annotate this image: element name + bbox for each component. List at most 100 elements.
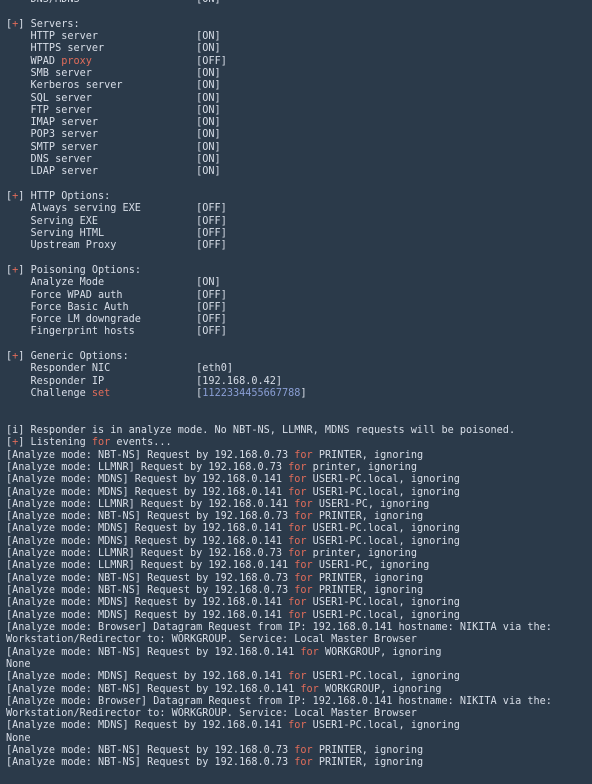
- option-value: [ON]: [196, 67, 221, 79]
- option-label: Analyze Mode: [6, 277, 105, 289]
- log-keyword: for: [294, 745, 313, 757]
- log-text: [Analyze mode: NBT-NS] Request by 192.16…: [6, 449, 295, 461]
- log-text: WORKGROUP, ignoring: [318, 683, 442, 695]
- option-row: LDAP server [ON]: [6, 166, 592, 178]
- section-header-2: [+] Poisoning Options:: [6, 265, 592, 277]
- log-text: [Analyze mode: MDNS] Request by 192.168.…: [6, 474, 289, 486]
- log-text: PRINTER, ignoring: [312, 511, 424, 523]
- log-text: USER1-PC.local, ignoring: [306, 671, 460, 683]
- log-text: USER1-PC.local, ignoring: [306, 486, 460, 498]
- option-value: [OFF]: [196, 203, 227, 215]
- option-row: Force LM downgrade [OFF]: [6, 314, 592, 326]
- log-text: USER1-PC, ignoring: [312, 498, 430, 510]
- option-row: HTTPS server [ON]: [6, 43, 592, 55]
- log-line: Workstation/Redirector to: WORKGROUP. Se…: [6, 634, 592, 646]
- option-label: SQL server: [6, 92, 92, 104]
- option-row: HTTP server [ON]: [6, 31, 592, 43]
- log-text: [Analyze mode: MDNS] Request by 192.168.…: [6, 523, 289, 535]
- option-keyword: set: [91, 388, 111, 399]
- log-line: [Analyze mode: MDNS] Request by 192.168.…: [6, 597, 592, 609]
- option-value: [ON]: [196, 43, 221, 55]
- log-line: [Analyze mode: MDNS] Request by 192.168.…: [6, 610, 592, 622]
- option-label: POP3 server: [6, 129, 99, 141]
- option-label: Responder NIC: [6, 363, 111, 375]
- bracket-close: ]: [18, 18, 31, 30]
- log-text: USER1-PC.local, ignoring: [306, 609, 460, 621]
- log-keyword: for: [288, 474, 307, 486]
- option-value: [ON]: [196, 117, 221, 129]
- log-keyword: for: [300, 683, 319, 695]
- log-text: printer, ignoring: [306, 461, 417, 473]
- option-label: HTTP server: [6, 30, 99, 42]
- analyze-mode-notice: [i] Responder is in analyze mode. No NBT…: [6, 425, 592, 437]
- option-row: SMB server [ON]: [6, 68, 592, 80]
- log-line: [Analyze mode: LLMNR] Request by 192.168…: [6, 462, 592, 474]
- log-text: PRINTER, ignoring: [312, 572, 424, 584]
- status-text: [i] Responder is in analyze mode. No NBT…: [6, 424, 516, 436]
- option-row: DNS server [ON]: [6, 154, 592, 166]
- option-value: [ON]: [196, 277, 221, 289]
- option-label: Challenge: [6, 388, 86, 399]
- log-text: Workstation/Redirector to: WORKGROUP. Se…: [6, 708, 417, 720]
- option-row: Upstream Proxy [OFF]: [6, 240, 592, 252]
- log-text: PRINTER, ignoring: [312, 449, 424, 461]
- log-line: [Analyze mode: LLMNR] Request by 192.168…: [6, 560, 592, 572]
- bracket-close: ]: [18, 264, 31, 276]
- log-keyword: for: [294, 560, 313, 572]
- log-text: [Analyze mode: NBT-NS] Request by 192.16…: [6, 757, 295, 769]
- option-value: [OFF]: [196, 215, 227, 227]
- option-row: Fingerprint hosts [OFF]: [6, 326, 592, 338]
- status-text: Listening: [24, 437, 92, 449]
- log-text: WORKGROUP, ignoring: [318, 646, 442, 658]
- option-value: [ON]: [196, 80, 221, 92]
- option-value: [ON]: [196, 30, 221, 42]
- log-text: [Analyze mode: MDNS] Request by 192.168.…: [6, 609, 289, 621]
- option-value: [192.168.0.42]: [196, 375, 283, 387]
- log-text: [Analyze mode: NBT-NS] Request by 192.16…: [6, 646, 301, 658]
- option-value: [OFF]: [196, 289, 227, 301]
- log-line: [Analyze mode: MDNS] Request by 192.168.…: [6, 671, 592, 683]
- log-text: [Analyze mode: MDNS] Request by 192.168.…: [6, 671, 289, 683]
- option-row: Analyze Mode [ON]: [6, 277, 592, 289]
- option-value: [OFF]: [196, 301, 227, 313]
- log-keyword: for: [288, 523, 307, 535]
- option-label: Serving HTML: [6, 227, 105, 239]
- log-keyword: for: [288, 609, 307, 621]
- option-label: SMTP server: [6, 141, 99, 153]
- option-label: Force LM downgrade: [6, 314, 141, 326]
- terminal-window[interactable]: DNS/MDNS [ON] [+] Servers: HTTP server […: [0, 0, 592, 784]
- option-row: IMAP server [ON]: [6, 117, 592, 129]
- log-line: [Analyze mode: MDNS] Request by 192.168.…: [6, 536, 592, 548]
- option-value: [ON]: [196, 92, 221, 104]
- log-text: None: [6, 658, 31, 670]
- section-header-3: [+] Generic Options:: [6, 351, 592, 363]
- log-line: [Analyze mode: NBT-NS] Request by 192.16…: [6, 745, 592, 757]
- option-value: [ON]: [196, 166, 221, 178]
- log-line: None: [6, 659, 592, 671]
- log-line: [Analyze mode: NBT-NS] Request by 192.16…: [6, 511, 592, 523]
- log-keyword: for: [288, 461, 307, 473]
- option-row: SQL server [ON]: [6, 93, 592, 105]
- log-keyword: for: [300, 646, 319, 658]
- log-line: [Analyze mode: NBT-NS] Request by 192.16…: [6, 757, 592, 769]
- log-keyword: for: [288, 535, 307, 547]
- log-keyword: for: [294, 585, 313, 596]
- section-header-1: [+] HTTP Options:: [6, 191, 592, 203]
- log-line: [Analyze mode: NBT-NS] Request by 192.16…: [6, 585, 592, 597]
- section-header-0: [+] Servers:: [6, 19, 592, 31]
- log-text: PRINTER, ignoring: [312, 745, 424, 757]
- log-keyword: for: [294, 449, 313, 461]
